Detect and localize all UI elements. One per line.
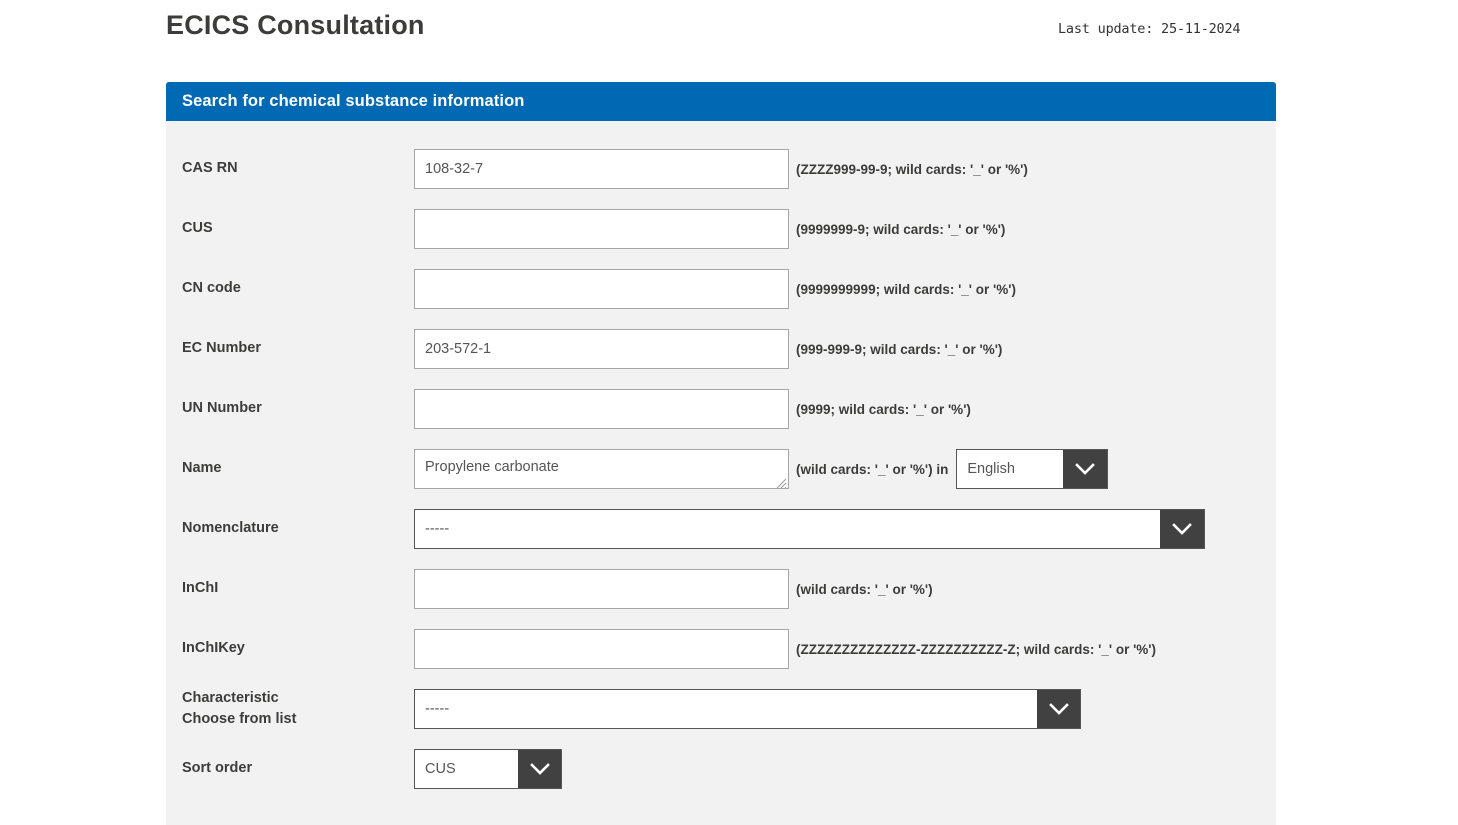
label-inchikey: InChIKey xyxy=(182,619,412,679)
form-row-ec-number: EC Number (999-999-9; wild cards: '_' or… xyxy=(166,319,1276,379)
form-row-cas-rn: CAS RN (ZZZZ999-99-9; wild cards: '_' or… xyxy=(166,139,1276,199)
field-wrap-cas-rn: (ZZZZ999-99-9; wild cards: '_' or '%') xyxy=(414,139,1028,199)
page-header: ECICS Consultation Last update: 25-11-20… xyxy=(0,0,1458,70)
chevron-down-icon[interactable] xyxy=(1063,450,1107,488)
last-update-text: Last update: 25-11-2024 xyxy=(1058,21,1240,37)
label-cus: CUS xyxy=(182,199,412,259)
name-language-select[interactable]: English xyxy=(956,449,1108,489)
cas-rn-input[interactable] xyxy=(414,149,789,189)
nomenclature-select[interactable]: ----- xyxy=(414,509,1205,549)
form-row-inchikey: InChIKey (ZZZZZZZZZZZZZZ-ZZZZZZZZZZ-Z; w… xyxy=(166,619,1276,679)
page-root: ECICS Consultation Last update: 25-11-20… xyxy=(0,0,1458,825)
search-panel-header: Search for chemical substance informatio… xyxy=(166,82,1276,121)
field-wrap-ec-number: (999-999-9; wild cards: '_' or '%') xyxy=(414,319,1002,379)
search-panel-title: Search for chemical substance informatio… xyxy=(182,92,524,111)
hint-inchi: (wild cards: '_' or '%') xyxy=(796,582,933,597)
form-row-inchi: InChI (wild cards: '_' or '%') xyxy=(166,559,1276,619)
sort-order-select[interactable]: CUS xyxy=(414,749,562,789)
hint-name: (wild cards: '_' or '%') in xyxy=(796,462,948,477)
hint-cn-code: (9999999999; wild cards: '_' or '%') xyxy=(796,282,1016,297)
sort-order-value: CUS xyxy=(415,750,518,788)
form-row-sort-order: Sort order CUS xyxy=(166,739,1276,799)
hint-cas-rn: (ZZZZ999-99-9; wild cards: '_' or '%') xyxy=(796,162,1028,177)
field-wrap-name: (wild cards: '_' or '%') in English xyxy=(414,439,1108,499)
chevron-down-icon[interactable] xyxy=(1160,510,1204,548)
form-row-nomenclature: Nomenclature ----- xyxy=(166,499,1276,559)
cus-input[interactable] xyxy=(414,209,789,249)
name-input[interactable] xyxy=(414,449,789,489)
field-wrap-nomenclature: ----- xyxy=(414,499,1205,559)
label-characteristic: Characteristic Choose from list xyxy=(182,679,412,739)
form-row-un-number: UN Number (9999; wild cards: '_' or '%') xyxy=(166,379,1276,439)
label-name: Name xyxy=(182,439,412,499)
page-title: ECICS Consultation xyxy=(166,10,425,41)
nomenclature-value: ----- xyxy=(415,510,1160,548)
characteristic-select[interactable]: ----- xyxy=(414,689,1081,729)
field-wrap-inchikey: (ZZZZZZZZZZZZZZ-ZZZZZZZZZZ-Z; wild cards… xyxy=(414,619,1156,679)
label-un-number: UN Number xyxy=(182,379,412,439)
form-row-name: Name (wild cards: '_' or '%') in xyxy=(166,439,1276,499)
label-nomenclature: Nomenclature xyxy=(182,499,412,559)
ec-number-input[interactable] xyxy=(414,329,789,369)
field-wrap-un-number: (9999; wild cards: '_' or '%') xyxy=(414,379,971,439)
chevron-down-icon[interactable] xyxy=(518,750,561,788)
cn-code-input[interactable] xyxy=(414,269,789,309)
search-form: CAS RN (ZZZZ999-99-9; wild cards: '_' or… xyxy=(166,121,1276,819)
form-row-characteristic: Characteristic Choose from list ----- xyxy=(166,679,1276,739)
chevron-down-icon[interactable] xyxy=(1037,690,1080,728)
un-number-input[interactable] xyxy=(414,389,789,429)
form-row-cn-code: CN code (9999999999; wild cards: '_' or … xyxy=(166,259,1276,319)
field-wrap-characteristic: ----- xyxy=(414,679,1081,739)
form-row-cus: CUS (9999999-9; wild cards: '_' or '%') xyxy=(166,199,1276,259)
inchi-input[interactable] xyxy=(414,569,789,609)
label-inchi: InChI xyxy=(182,559,412,619)
label-cas-rn: CAS RN xyxy=(182,139,412,199)
field-wrap-sort-order: CUS xyxy=(414,739,562,799)
hint-ec-number: (999-999-9; wild cards: '_' or '%') xyxy=(796,342,1002,357)
search-panel: Search for chemical substance informatio… xyxy=(166,82,1276,825)
characteristic-value: ----- xyxy=(415,690,1037,728)
name-language-value: English xyxy=(957,450,1063,488)
hint-inchikey: (ZZZZZZZZZZZZZZ-ZZZZZZZZZZ-Z; wild cards… xyxy=(796,642,1156,657)
hint-un-number: (9999; wild cards: '_' or '%') xyxy=(796,402,971,417)
name-textarea-wrap xyxy=(414,449,789,489)
hint-cus: (9999999-9; wild cards: '_' or '%') xyxy=(796,222,1005,237)
label-cn-code: CN code xyxy=(182,259,412,319)
label-ec-number: EC Number xyxy=(182,319,412,379)
label-characteristic-main: Characteristic xyxy=(182,688,412,709)
label-sort-order: Sort order xyxy=(182,739,412,799)
field-wrap-cn-code: (9999999999; wild cards: '_' or '%') xyxy=(414,259,1016,319)
inchikey-input[interactable] xyxy=(414,629,789,669)
field-wrap-cus: (9999999-9; wild cards: '_' or '%') xyxy=(414,199,1005,259)
field-wrap-inchi: (wild cards: '_' or '%') xyxy=(414,559,933,619)
label-characteristic-sub: Choose from list xyxy=(182,709,412,730)
